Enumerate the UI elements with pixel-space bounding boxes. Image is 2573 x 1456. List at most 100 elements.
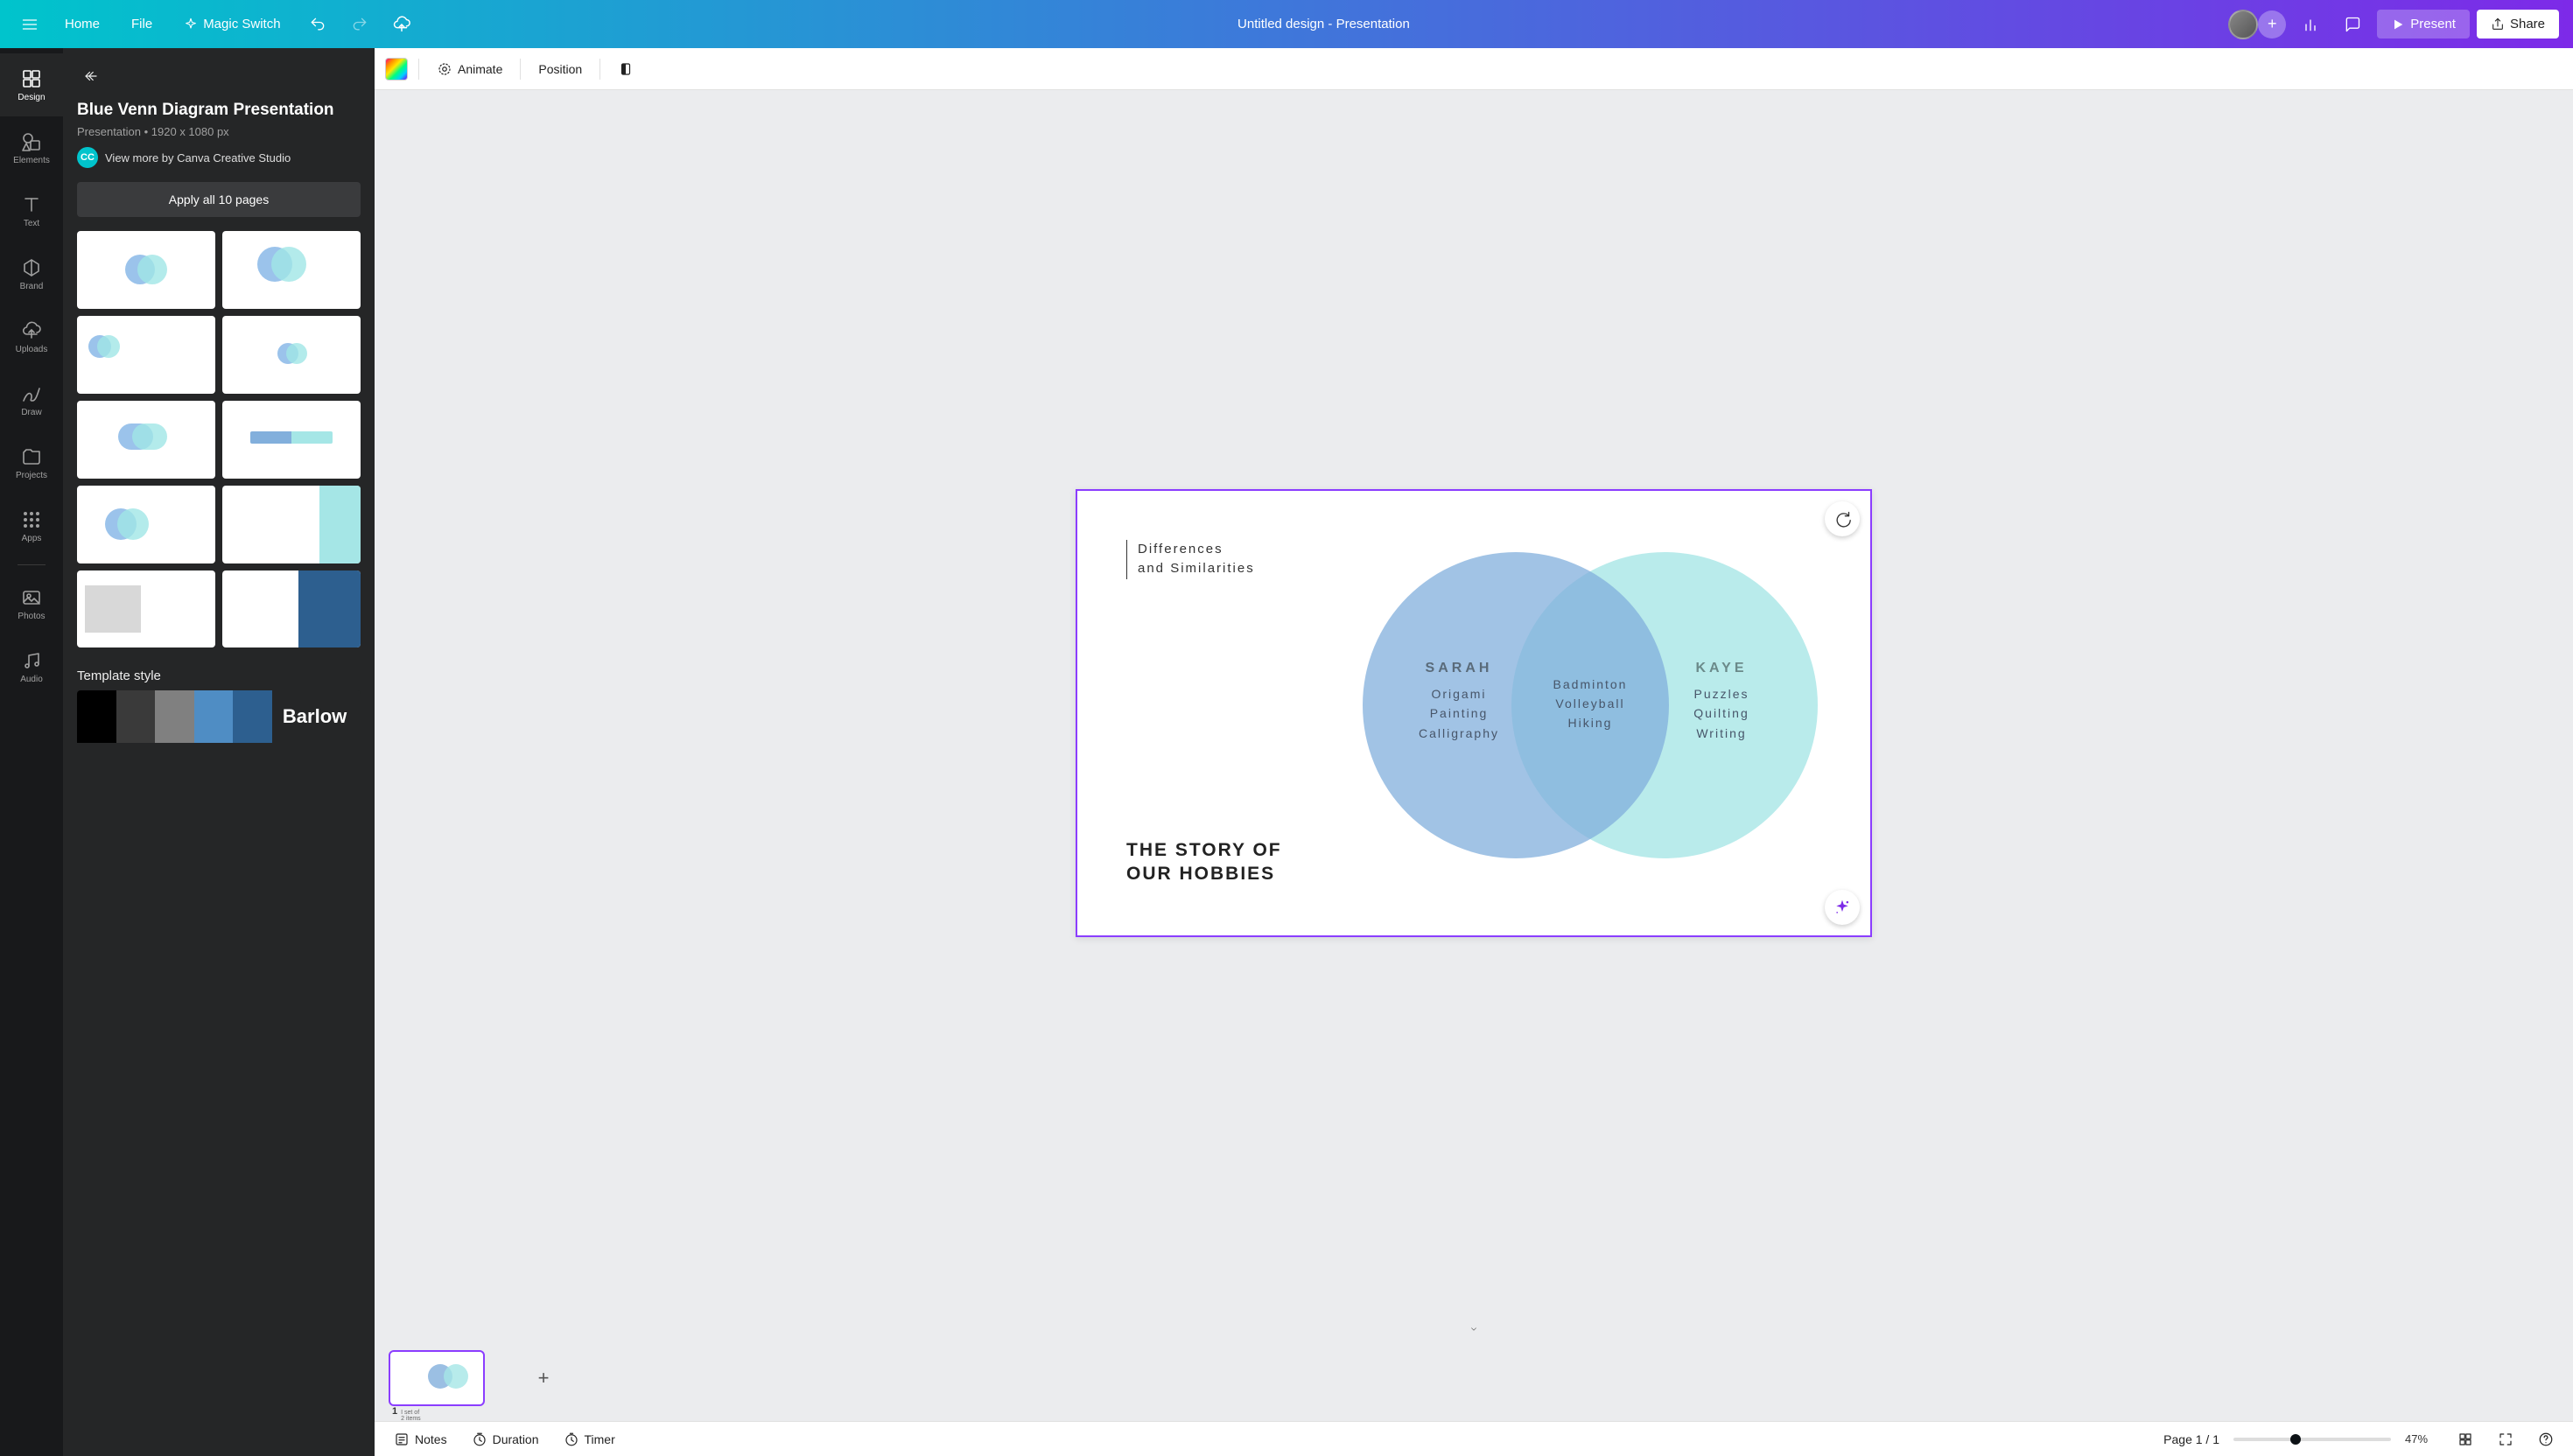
home-button[interactable]: Home	[53, 10, 112, 38]
cloud-sync-icon[interactable]	[384, 7, 419, 42]
magic-switch-button[interactable]: Magic Switch	[172, 10, 292, 38]
share-button[interactable]: Share	[2477, 10, 2559, 38]
zoom-slider-thumb[interactable]	[2290, 1434, 2301, 1445]
color-swatch[interactable]	[194, 690, 234, 743]
menu-button[interactable]	[14, 9, 46, 40]
rail-item-elements[interactable]: Elements	[0, 116, 63, 179]
template-thumb[interactable]	[77, 401, 215, 479]
zoom-value[interactable]: 47%	[2405, 1432, 2438, 1446]
template-thumb[interactable]	[77, 486, 215, 564]
rail-item-design[interactable]: Design	[0, 53, 63, 116]
template-thumb[interactable]	[77, 316, 215, 394]
back-button[interactable]	[77, 62, 105, 90]
add-collaborator-button[interactable]: +	[2258, 10, 2286, 38]
venn-mid-label[interactable]: Badminton Volleyball Hiking	[1538, 675, 1643, 733]
animate-button[interactable]: Animate	[430, 56, 509, 82]
divider	[418, 59, 419, 80]
text-icon	[21, 194, 42, 215]
avatar[interactable]	[2228, 10, 2258, 39]
template-thumb[interactable]	[77, 570, 215, 648]
left-item: Painting	[1398, 704, 1520, 723]
template-meta: Presentation • 1920 x 1080 px	[77, 125, 361, 138]
right-name: KAYE	[1660, 657, 1783, 680]
title-line1: THE STORY OF	[1126, 840, 1282, 860]
rail-item-projects[interactable]: Projects	[0, 431, 63, 494]
rail-item-text[interactable]: Text	[0, 179, 63, 242]
venn-diagram[interactable]: SARAH Origami Painting Calligraphy Badmi…	[1363, 552, 1818, 858]
template-thumb[interactable]	[222, 401, 361, 479]
comment-button[interactable]	[2335, 7, 2370, 42]
template-thumb[interactable]	[77, 231, 215, 309]
rail-label: Brand	[20, 282, 44, 291]
author-badge: CC	[77, 147, 98, 168]
page-thumbnail[interactable]	[389, 1350, 485, 1406]
rail-item-photos[interactable]: Photos	[0, 572, 63, 635]
share-label: Share	[2510, 17, 2545, 32]
divider	[520, 59, 521, 80]
template-thumb[interactable]	[222, 486, 361, 564]
collapse-strip-button[interactable]	[1456, 1323, 1491, 1335]
elements-icon	[21, 131, 42, 152]
slide[interactable]: Differences and Similarities SARAH Origa…	[1076, 489, 1872, 937]
insights-button[interactable]	[2293, 7, 2328, 42]
page-indicator[interactable]: Page 1 / 1	[2163, 1432, 2219, 1446]
zoom-slider[interactable]	[2233, 1438, 2391, 1441]
rail-item-draw[interactable]: Draw	[0, 368, 63, 431]
color-swatch[interactable]	[233, 690, 272, 743]
template-thumb[interactable]	[222, 316, 361, 394]
template-thumb[interactable]	[222, 570, 361, 648]
duration-button[interactable]: Duration	[466, 1428, 544, 1451]
color-swatch[interactable]	[116, 690, 156, 743]
author-link[interactable]: View more by Canva Creative Studio	[105, 151, 291, 164]
timer-label: Timer	[585, 1432, 615, 1446]
canvas-viewport[interactable]: Differences and Similarities SARAH Origa…	[375, 90, 2573, 1335]
document-title[interactable]: Untitled design - Presentation	[1237, 17, 1410, 32]
page-strip: 1 I set of2 items +	[375, 1335, 2573, 1421]
rail-label: Draw	[21, 408, 41, 417]
undo-button[interactable]	[300, 7, 335, 42]
slide-title[interactable]: THE STORY OF OUR HOBBIES	[1126, 838, 1282, 886]
grid-view-button[interactable]	[2452, 1426, 2478, 1452]
page-strip-wrap: 1 I set of2 items +	[375, 1335, 2573, 1421]
brand-icon	[21, 257, 42, 278]
help-button[interactable]	[2533, 1426, 2559, 1452]
venn-left-label[interactable]: SARAH Origami Painting Calligraphy	[1398, 657, 1520, 744]
rail-item-apps[interactable]: Apps	[0, 494, 63, 557]
regenerate-button[interactable]	[1825, 501, 1860, 536]
template-thumbnails	[63, 231, 375, 662]
background-color-picker[interactable]	[385, 58, 408, 80]
venn-right-label[interactable]: KAYE Puzzles Quilting Writing	[1660, 657, 1783, 744]
magic-switch-label: Magic Switch	[203, 17, 280, 32]
left-item: Origami	[1398, 684, 1520, 704]
position-label: Position	[538, 62, 582, 76]
template-type: Presentation	[77, 125, 141, 138]
rail-item-audio[interactable]: Audio	[0, 635, 63, 698]
top-bar: Home File Magic Switch Untitled design -…	[0, 0, 2573, 48]
rail-divider	[18, 564, 46, 565]
rail-label: Projects	[16, 471, 47, 480]
notes-button[interactable]: Notes	[389, 1428, 452, 1451]
style-swatch-row[interactable]: Barlow	[77, 690, 361, 743]
uploads-icon	[21, 320, 42, 341]
slide-subtitle[interactable]: Differences and Similarities	[1126, 540, 1255, 579]
fullscreen-button[interactable]	[2492, 1426, 2519, 1452]
template-dims: 1920 x 1080 px	[151, 125, 229, 138]
present-label: Present	[2410, 17, 2456, 32]
magic-assist-button[interactable]	[1825, 890, 1860, 925]
rail-item-brand[interactable]: Brand	[0, 242, 63, 305]
color-swatch[interactable]	[77, 690, 116, 743]
rail-label: Photos	[18, 612, 45, 621]
present-button[interactable]: Present	[2377, 10, 2470, 38]
transparency-button[interactable]	[611, 56, 641, 82]
redo-button[interactable]	[342, 7, 377, 42]
rail-item-uploads[interactable]: Uploads	[0, 305, 63, 368]
position-button[interactable]: Position	[531, 57, 589, 81]
add-page-button[interactable]: +	[495, 1350, 592, 1406]
color-swatch[interactable]	[155, 690, 194, 743]
timer-button[interactable]: Timer	[558, 1428, 620, 1451]
apply-all-pages-button[interactable]: Apply all 10 pages	[77, 182, 361, 217]
template-thumb[interactable]	[222, 231, 361, 309]
page-caption: I set of2 items	[401, 1410, 421, 1422]
file-button[interactable]: File	[119, 10, 165, 38]
editor-area: Animate Position Differences	[375, 48, 2573, 1456]
